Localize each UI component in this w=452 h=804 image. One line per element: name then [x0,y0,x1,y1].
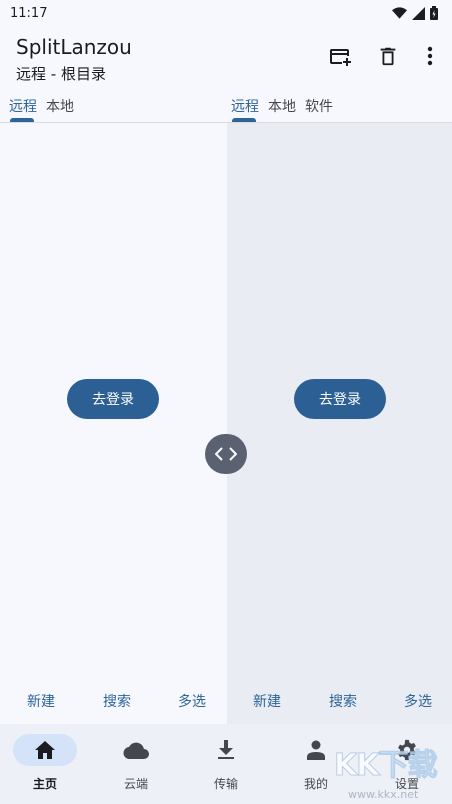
add-card-icon [329,49,351,66]
watermark-url: www.kkx.net [348,788,419,801]
chevron-right-icon [229,447,237,461]
status-icons [392,6,438,20]
right-tabs: 远程 本地 软件 [231,90,342,122]
status-bar: 11:17 [0,0,452,26]
home-icon [35,741,55,759]
right-tab-remote[interactable]: 远程 [231,90,259,122]
nav-transfer[interactable]: 传输 [191,734,261,796]
left-new-button[interactable]: 新建 [27,691,55,711]
more-options-button[interactable] [416,42,444,70]
right-tab-software[interactable]: 软件 [305,90,333,122]
left-bottom-actions: 新建 搜索 多选 [0,674,227,724]
nav-cloud[interactable]: 云端 [101,734,171,796]
nav-home-indicator [13,734,77,766]
nav-cloud-label: 云端 [123,777,148,791]
watermark: KK下载 www.kkx.net [330,740,450,804]
left-tab-local[interactable]: 本地 [46,90,74,122]
chevron-left-icon [215,447,223,461]
left-pane: 去登录 [0,123,227,674]
battery-icon [430,6,438,20]
more-vert-icon [427,46,433,66]
nav-home[interactable]: 主页 [10,734,80,796]
right-login-button[interactable]: 去登录 [294,379,386,419]
left-login-button[interactable]: 去登录 [67,379,159,419]
left-search-button[interactable]: 搜索 [103,691,131,711]
watermark-text: KK下载 [334,748,438,784]
right-multiselect-button[interactable]: 多选 [404,691,432,711]
cloud-icon [123,742,149,759]
right-pane: 去登录 [227,123,452,674]
app-subtitle: 远程 - 根目录 [16,65,106,83]
nav-mine-label: 我的 [303,777,328,791]
wifi-icon [392,7,407,19]
signal-icon [412,6,425,20]
right-search-button[interactable]: 搜索 [329,691,357,711]
left-tabs: 远程 本地 [9,90,83,122]
person-icon [307,740,325,760]
add-card-button[interactable] [326,42,354,70]
nav-cloud-indicator [104,734,168,766]
nav-home-label: 主页 [32,777,57,791]
trash-icon [380,47,396,66]
nav-transfer-indicator [194,734,258,766]
left-tab-remote[interactable]: 远程 [9,90,37,122]
right-new-button[interactable]: 新建 [253,691,281,711]
download-icon [218,740,234,759]
status-time: 11:17 [10,5,48,21]
app-bar: SplitLanzou 远程 - 根目录 [0,26,452,90]
app-title: SplitLanzou [16,35,132,59]
nav-transfer-label: 传输 [213,777,238,791]
delete-button[interactable] [374,42,402,70]
split-toggle-handle[interactable] [205,434,247,474]
left-multiselect-button[interactable]: 多选 [178,691,206,711]
right-bottom-actions: 新建 搜索 多选 [227,674,452,724]
right-tab-local[interactable]: 本地 [268,90,296,122]
